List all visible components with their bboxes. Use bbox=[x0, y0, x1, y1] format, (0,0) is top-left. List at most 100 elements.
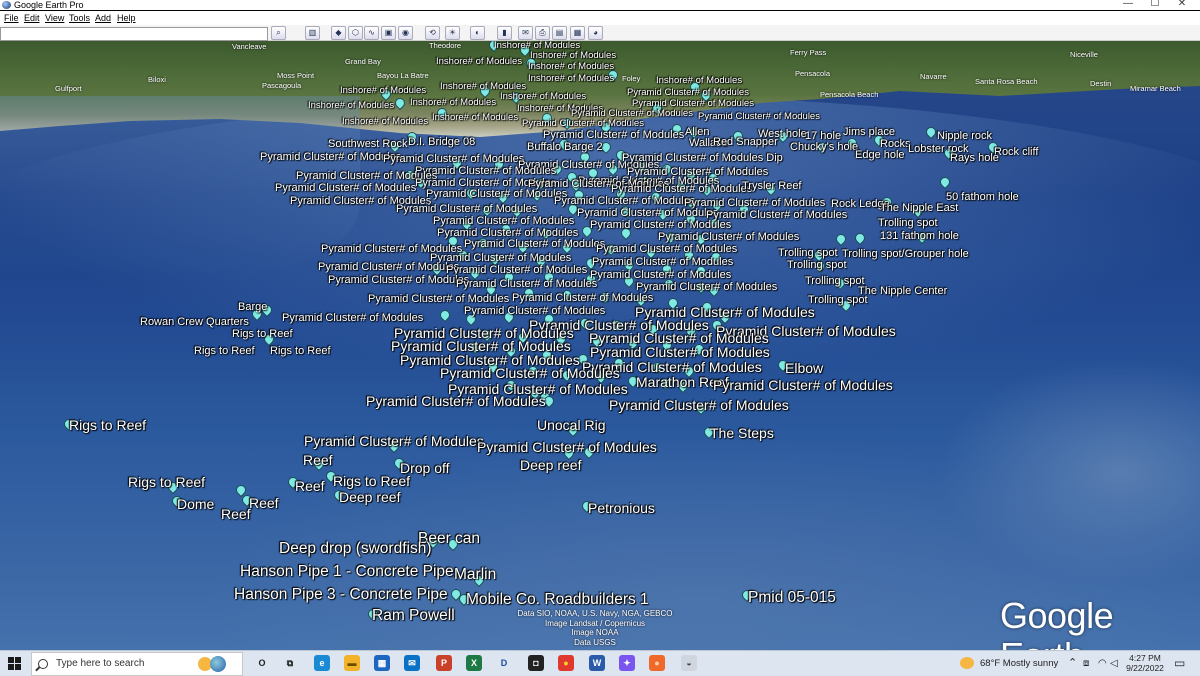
placemark-label[interactable]: Pyramid Cluster# of Modules bbox=[596, 243, 737, 255]
image-overlay-icon[interactable]: ▣ bbox=[381, 26, 396, 40]
placemark-label[interactable]: Pyramid Cluster# of Modules bbox=[464, 238, 605, 250]
placemark-label[interactable]: Edge hole bbox=[855, 149, 905, 161]
placemark-label[interactable]: Inshore# of Modules bbox=[530, 51, 616, 61]
placemark-label[interactable]: Pyramid Cluster# of Modules bbox=[477, 440, 657, 455]
placemark-label[interactable]: Reef bbox=[221, 507, 251, 522]
placemark-label[interactable]: Pyramid Cluster# of Modules bbox=[543, 129, 684, 141]
placemark-label[interactable]: D.I. Bridge 08 bbox=[408, 136, 475, 148]
placemark-icon[interactable]: ◆ bbox=[331, 26, 346, 40]
menu-help[interactable]: Help bbox=[117, 11, 136, 25]
placemark-label[interactable]: Pyramid Cluster# of Modules bbox=[433, 215, 574, 227]
map-view[interactable]: Vancleave Grand Bay Moss Point Pascagoula Bi… bbox=[0, 41, 1200, 650]
placemark-label[interactable]: Pyramid Cluster# of Modules bbox=[627, 88, 749, 98]
cortana-icon[interactable]: O bbox=[254, 655, 270, 671]
placemark-label[interactable]: Inshore# of Modules bbox=[656, 76, 742, 86]
minimize-button[interactable]: — bbox=[1118, 0, 1138, 9]
placemark-label[interactable]: Rowan Crew Quarters bbox=[140, 316, 249, 328]
search-icon[interactable]: ⌕ bbox=[271, 26, 286, 40]
placemark-label[interactable]: Dome bbox=[177, 497, 214, 512]
taskbar-search-box[interactable]: Type here to search bbox=[31, 652, 243, 676]
messenger-icon[interactable]: ✦ bbox=[619, 655, 635, 671]
placemark-label[interactable]: Southwest Rock bbox=[328, 138, 407, 150]
placemark-label[interactable]: Nipple rock bbox=[937, 130, 992, 142]
chevron-up-icon[interactable]: ⌃ bbox=[1068, 651, 1077, 676]
windows-start-icon[interactable] bbox=[8, 657, 21, 670]
placemark-label[interactable]: Reef bbox=[303, 453, 333, 468]
menu-edit[interactable]: Edit bbox=[24, 11, 40, 25]
placemark-label[interactable]: The Nipple East bbox=[880, 202, 958, 214]
placemark-label[interactable]: Inshore# of Modules bbox=[500, 92, 586, 102]
placemark-label[interactable]: Trolling spot/Grouper hole bbox=[842, 248, 969, 260]
record-tour-icon[interactable]: ◉ bbox=[398, 26, 413, 40]
polygon-icon[interactable]: ⬡ bbox=[348, 26, 363, 40]
placemark-label[interactable]: Inshore# of Modules bbox=[528, 74, 614, 84]
placemark-label[interactable]: Unocal Rig bbox=[537, 418, 605, 433]
placemark-label[interactable]: Reef bbox=[249, 496, 279, 511]
system-clock[interactable]: 4:27 PM 9/22/2022 bbox=[1123, 653, 1167, 673]
menu-tools[interactable]: Tools bbox=[69, 11, 90, 25]
network-icon[interactable]: ⧈ bbox=[1083, 651, 1089, 676]
placemark-label[interactable]: 131 fathom hole bbox=[880, 230, 959, 242]
placemark-label[interactable]: Pyramid Cluster# of Modules bbox=[554, 195, 695, 207]
placemark-label[interactable]: Petronious bbox=[588, 501, 655, 516]
placemark-label[interactable]: Trolling spot bbox=[778, 247, 838, 259]
ruler-icon[interactable]: ▮ bbox=[497, 26, 512, 40]
placemark-label[interactable]: Rigs to Reef bbox=[232, 328, 293, 340]
file-explorer-icon[interactable]: ▬ bbox=[344, 655, 360, 671]
placemark-label[interactable]: Rigs to Reef bbox=[270, 345, 331, 357]
wifi-icon[interactable]: ◠ bbox=[1098, 651, 1107, 676]
google-earth-taskbar-icon[interactable]: ◒ bbox=[681, 655, 697, 671]
camera-app-icon[interactable]: ◘ bbox=[528, 655, 544, 671]
placemark-label[interactable]: Inshore# of Modules bbox=[432, 113, 518, 123]
sunlight-icon[interactable]: ☀ bbox=[445, 26, 460, 40]
placemark-label[interactable]: Chucky's hole bbox=[790, 141, 858, 153]
dell-icon[interactable]: D bbox=[496, 655, 512, 671]
mail-icon[interactable]: ✉ bbox=[404, 655, 420, 671]
edge-icon[interactable]: e bbox=[314, 655, 330, 671]
placemark-label[interactable]: Pyramid Cluster# of Modules bbox=[590, 219, 731, 231]
placemark-label[interactable]: Pyramid Cluster# of Modules bbox=[577, 207, 718, 219]
placemark-label[interactable]: Trolling spot bbox=[787, 259, 847, 271]
earth-icon[interactable]: ◕ bbox=[588, 26, 603, 40]
placemark-label[interactable]: Buffalo Barge 2 bbox=[527, 141, 603, 153]
placemark-label[interactable]: Trolling spot bbox=[808, 294, 868, 306]
placemark-label[interactable]: Pyramid Cluster# of Modules bbox=[590, 269, 731, 281]
firefox-icon[interactable]: ● bbox=[649, 655, 665, 671]
placemark-label[interactable]: Pyramid Cluster# of Modules bbox=[713, 378, 893, 393]
excel-icon[interactable]: X bbox=[466, 655, 482, 671]
placemark-label[interactable]: The Steps bbox=[710, 426, 774, 441]
placemark-label[interactable]: Mobile Co. Roadbuilders 1 bbox=[466, 592, 649, 608]
placemark-label[interactable]: Pyramid Cluster# of Modules bbox=[592, 256, 733, 268]
maximize-button[interactable]: ☐ bbox=[1145, 0, 1165, 9]
placemark-label[interactable]: Pyramid Cluster# of Modules bbox=[698, 112, 820, 122]
placemark-label[interactable]: Red Snapper bbox=[713, 136, 778, 148]
menu-view[interactable]: View bbox=[45, 11, 64, 25]
placemark-label[interactable]: Pyramid Cluster# of Modules bbox=[440, 366, 620, 381]
placemark-label[interactable]: Rigs to Reef bbox=[69, 418, 146, 433]
placemark-label[interactable]: The Nipple Center bbox=[858, 285, 947, 297]
placemark-label[interactable]: Pyramid Cluster# of Modules bbox=[366, 394, 546, 409]
placemark-label[interactable]: Deep reef bbox=[520, 458, 581, 473]
word-icon[interactable]: W bbox=[589, 655, 605, 671]
store-icon[interactable]: ▦ bbox=[374, 655, 390, 671]
notifications-icon[interactable]: ▭ bbox=[1174, 651, 1185, 676]
placemark-label[interactable]: Trolling spot bbox=[805, 275, 865, 287]
placemark-label[interactable]: Jims place bbox=[843, 126, 895, 138]
sidebar-toggle-icon[interactable]: ▥ bbox=[305, 26, 320, 40]
placemark-label[interactable]: Inshore# of Modules bbox=[436, 57, 522, 67]
placemark-label[interactable]: Rock cliff bbox=[994, 146, 1038, 158]
menu-add[interactable]: Add bbox=[95, 11, 111, 25]
placemark-label[interactable]: 50 fathom hole bbox=[946, 191, 1019, 203]
placemark-label[interactable]: Rigs to Reef bbox=[194, 345, 255, 357]
placemark-label[interactable]: Pyramid Cluster# of Modules bbox=[658, 231, 799, 243]
close-button[interactable]: ✕ bbox=[1172, 0, 1192, 9]
weather-text[interactable]: 68°F Mostly sunny bbox=[980, 651, 1058, 676]
placemark-label[interactable]: Pyramid Cluster# of Modules bbox=[636, 281, 777, 293]
placemark-label[interactable]: Elbow bbox=[785, 361, 823, 376]
placemark-label[interactable]: Reef bbox=[295, 479, 325, 494]
placemark-label[interactable]: Rigs to Reef bbox=[333, 474, 410, 489]
placemark-label[interactable]: Pyramid Cluster# of Modules bbox=[318, 261, 459, 273]
placemark-label[interactable]: Trysler Reef bbox=[742, 180, 802, 192]
placemark-label[interactable]: Pyramid Cluster# of Modules bbox=[456, 278, 597, 290]
email-icon[interactable]: ✉ bbox=[518, 26, 533, 40]
